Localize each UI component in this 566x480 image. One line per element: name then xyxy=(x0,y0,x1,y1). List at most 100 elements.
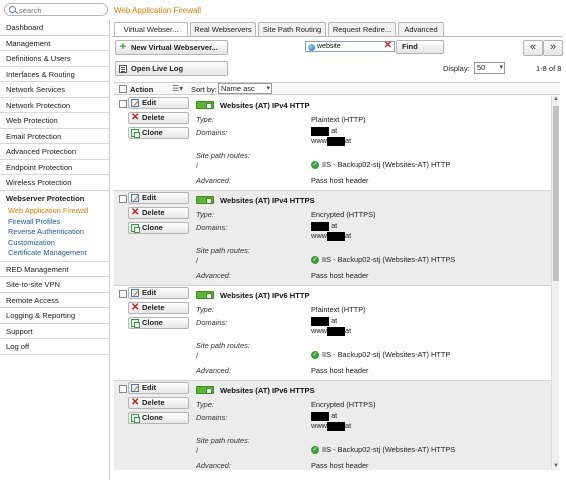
row-checkbox[interactable] xyxy=(119,385,127,393)
enable-toggle[interactable] xyxy=(196,101,214,109)
open-live-log-button[interactable]: Open Live Log xyxy=(115,61,228,76)
result-range: 1-8 of 8 xyxy=(536,64,562,73)
sidebar-item-logging-reporting[interactable]: Logging & Reporting xyxy=(0,308,109,324)
sidebar-item-site-to-site-vpn[interactable]: Site-to-site VPN xyxy=(0,277,109,293)
type-value: Plaintext (HTTP) xyxy=(311,115,366,124)
sidebar-item-definitions-users[interactable]: Definitions & Users xyxy=(0,51,109,67)
delete-button[interactable]: ✕ Delete xyxy=(128,112,189,124)
site-path-routes-label: Site path routes: xyxy=(196,246,250,255)
clone-button[interactable]: Clone xyxy=(128,412,189,424)
type-label: Type: xyxy=(196,115,214,124)
select-all-checkbox[interactable] xyxy=(119,85,127,93)
subnav-customization[interactable]: Customization xyxy=(0,238,109,249)
sidebar-item-web-protection[interactable]: Web Protection xyxy=(0,113,109,129)
edit-button[interactable]: Edit xyxy=(128,287,189,299)
clone-button[interactable]: Clone xyxy=(128,127,189,139)
enable-toggle[interactable] xyxy=(196,196,214,204)
sidebar-item-remote-access[interactable]: Remote Access xyxy=(0,293,109,308)
tab-site-path-routing[interactable]: Site Path Routing xyxy=(258,22,326,36)
subnav-firewall-profiles[interactable]: Firewall Profiles xyxy=(0,217,109,228)
new-virtual-webserver-button[interactable]: + New Virtual Webserver... xyxy=(115,40,228,55)
redacted-block xyxy=(327,136,346,146)
filter-input[interactable] xyxy=(317,42,383,51)
clone-button[interactable]: Clone xyxy=(128,222,189,234)
find-button[interactable]: Find xyxy=(396,40,444,54)
delete-icon: ✕ xyxy=(131,112,140,123)
row-title: Websites (AT) IPv6 HTTPS xyxy=(220,386,315,395)
scroll-up-arrow-icon[interactable]: ▲ xyxy=(553,96,559,103)
list-item: Edit ✕ Delete Clone Websites (AT) IPv4 HT… xyxy=(114,191,551,286)
advanced-label: Advanced: xyxy=(196,366,231,375)
action-column-header: Action xyxy=(130,85,154,94)
sidebar-item-email-protection[interactable]: Email Protection xyxy=(0,129,109,144)
advanced-value: Pass host header xyxy=(311,271,369,280)
enable-toggle[interactable] xyxy=(196,291,214,299)
filter-field[interactable]: ✕ xyxy=(305,40,395,52)
domain-value: at xyxy=(311,126,337,136)
delete-button[interactable]: ✕ Delete xyxy=(128,207,189,219)
enable-toggle[interactable] xyxy=(196,386,214,394)
sidebar-item-network-services[interactable]: Network Services xyxy=(0,82,109,98)
sidebar-item-webserver-protection[interactable]: Webserver Protection xyxy=(0,190,109,206)
edit-button[interactable]: Edit xyxy=(128,97,189,109)
delete-button[interactable]: ✕ Delete xyxy=(128,397,189,409)
edit-icon xyxy=(131,99,139,107)
edit-icon xyxy=(131,289,139,297)
sidebar-item-management[interactable]: Management xyxy=(0,36,109,51)
row-checkbox[interactable] xyxy=(119,100,127,108)
domain-value: www at xyxy=(311,231,352,241)
delete-button[interactable]: ✕ Delete xyxy=(128,302,189,314)
tab-request-redirection[interactable]: Request Redire... xyxy=(328,22,396,36)
columns-menu-icon[interactable]: ☰▾ xyxy=(172,84,183,93)
route-path: / xyxy=(196,256,199,265)
type-value: Encrypted (HTTPS) xyxy=(311,210,376,219)
delete-icon: ✕ xyxy=(131,397,140,408)
type-label: Type: xyxy=(196,400,214,409)
domain-value: at xyxy=(311,316,337,326)
clone-button[interactable]: Clone xyxy=(128,317,189,329)
advanced-value: Pass host header xyxy=(311,366,369,375)
sidebar-item-wireless-protection[interactable]: Wireless Protection xyxy=(0,175,109,191)
list-item: Edit ✕ Delete Clone Websites (AT) IPv6 HT… xyxy=(114,286,551,381)
global-search[interactable] xyxy=(4,3,108,16)
route-target: ✓ IIS - Backup02-stj (Websites-AT) HTTPS xyxy=(311,255,456,265)
sidebar-item-log-off[interactable]: Log off xyxy=(0,339,109,355)
route-target: ✓ IIS - Backup02-stj (Websites-AT) HTTP xyxy=(311,160,451,170)
edit-button[interactable]: Edit xyxy=(128,192,189,204)
domain-value: www at xyxy=(311,421,352,431)
sidebar-item-dashboard[interactable]: Dashboard xyxy=(0,20,109,36)
sort-select[interactable]: Name asc xyxy=(218,83,272,94)
scroll-thumb[interactable] xyxy=(553,106,559,281)
subnav-certificate-management[interactable]: Certificate Management xyxy=(0,248,109,259)
display-label: Display: xyxy=(443,64,470,73)
redacted-block xyxy=(327,326,346,336)
type-label: Type: xyxy=(196,210,214,219)
subnav-web-application-firewall[interactable]: Web Application Firewall xyxy=(0,206,109,217)
tab-advanced[interactable]: Advanced xyxy=(398,22,444,36)
row-checkbox[interactable] xyxy=(119,290,127,298)
tab-virtual-webservers[interactable]: Virtual Webser... xyxy=(114,22,188,37)
domains-label: Domains: xyxy=(196,223,228,232)
list-scrollbar[interactable]: ▲ ▼ xyxy=(551,96,559,470)
tab-real-webservers[interactable]: Real Webservers xyxy=(190,22,256,36)
sidebar-item-advanced-protection[interactable]: Advanced Protection xyxy=(0,144,109,160)
log-icon xyxy=(119,65,127,73)
sidebar-item-endpoint-protection[interactable]: Endpoint Protection xyxy=(0,160,109,175)
sidebar-item-interfaces-routing[interactable]: Interfaces & Routing xyxy=(0,67,109,82)
sidebar-item-red-management[interactable]: RED Management xyxy=(0,262,109,277)
type-value: Plaintext (HTTP) xyxy=(311,305,366,314)
display-count-select[interactable]: 50 xyxy=(474,62,505,74)
edit-button[interactable]: Edit xyxy=(128,382,189,394)
next-page-button[interactable]: » xyxy=(543,40,563,56)
scroll-down-arrow-icon[interactable]: ▼ xyxy=(553,463,559,470)
global-search-input[interactable] xyxy=(19,5,105,15)
previous-page-button[interactable]: « xyxy=(523,40,543,56)
row-checkbox[interactable] xyxy=(119,195,127,203)
redacted-block xyxy=(311,126,329,136)
list-item: Edit ✕ Delete Clone Websites (AT) IPv6 HT… xyxy=(114,381,551,470)
sidebar-item-network-protection[interactable]: Network Protection xyxy=(0,98,109,113)
subnav-reverse-authentication[interactable]: Reverse Authentication xyxy=(0,227,109,238)
sidebar-item-support[interactable]: Support xyxy=(0,324,109,339)
clear-filter-icon[interactable]: ✕ xyxy=(384,40,392,51)
route-path: / xyxy=(196,161,199,170)
